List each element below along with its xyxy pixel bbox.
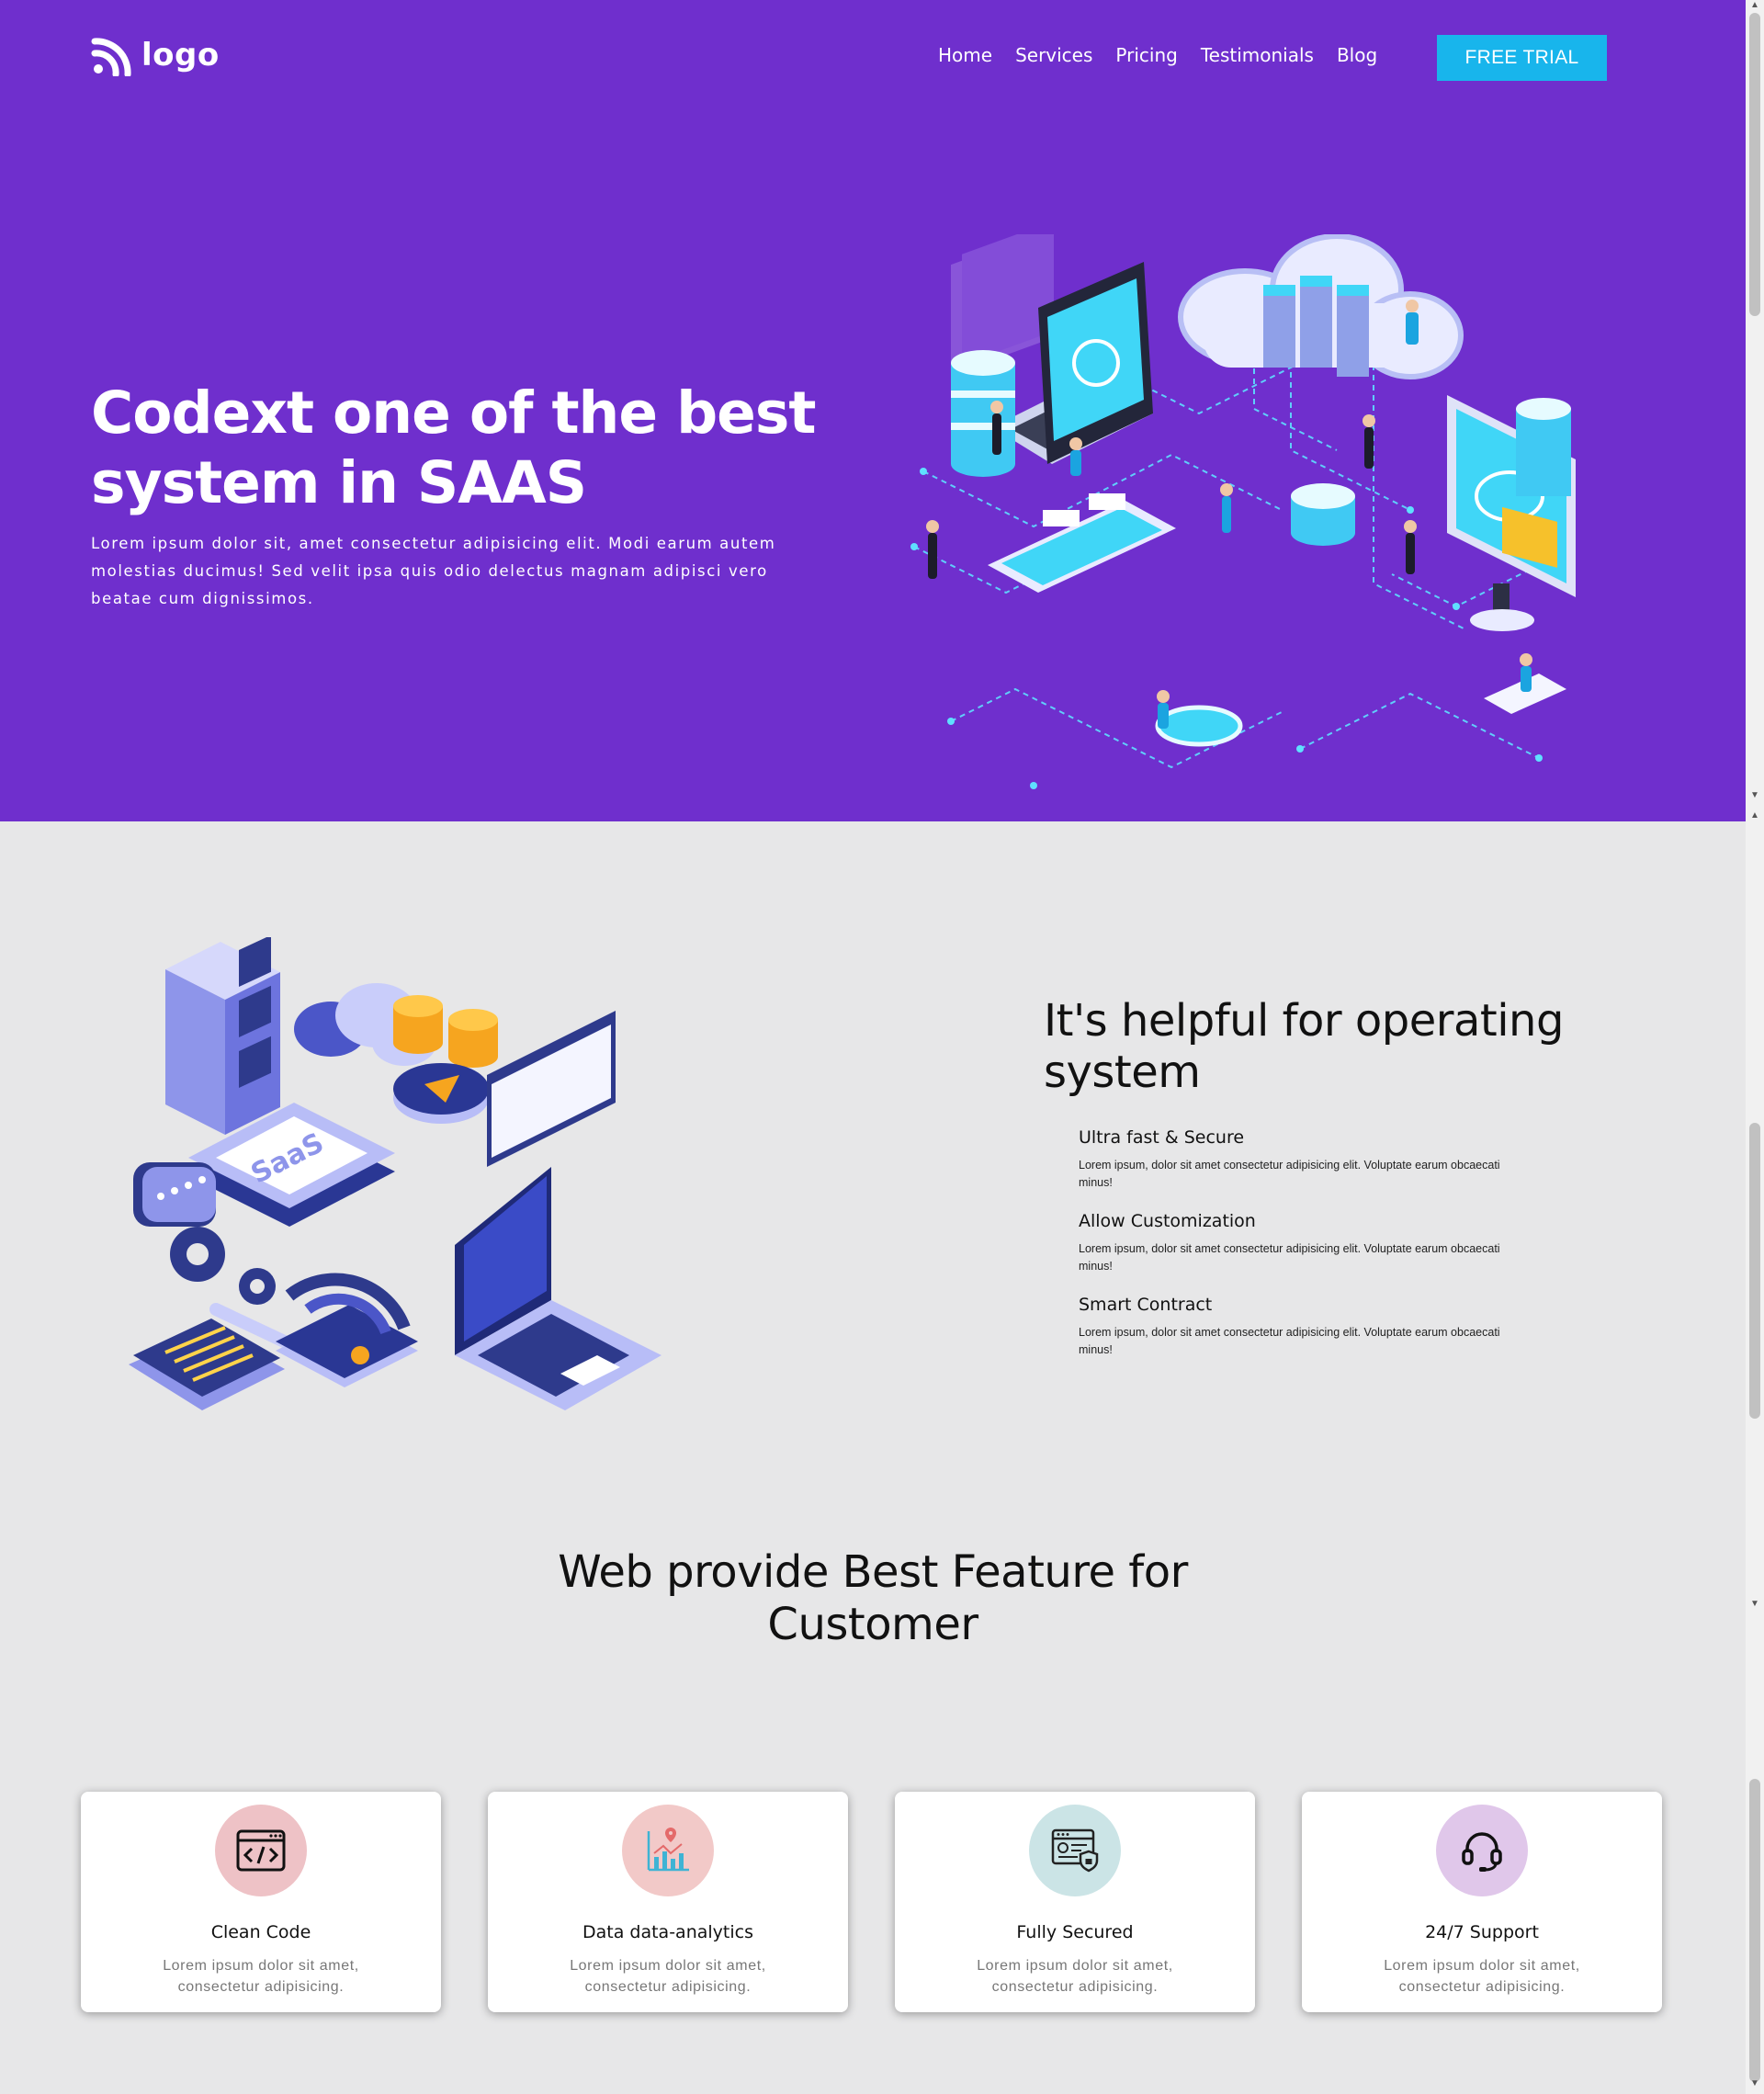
nav-testimonials[interactable]: Testimonials xyxy=(1201,44,1314,66)
feature-title: Allow Customization xyxy=(1079,1211,1256,1231)
scrollbar-thumb[interactable] xyxy=(1749,1779,1760,2082)
nav-home[interactable]: Home xyxy=(938,44,992,66)
saas-isometric-illustration: SaaS xyxy=(129,937,662,1410)
scroll-up-arrow-icon[interactable]: ▲ xyxy=(1749,0,1760,11)
feature-text: Lorem ipsum, dolor sit amet consectetur … xyxy=(1079,1326,1500,1356)
nav-blog[interactable]: Blog xyxy=(1337,44,1377,66)
card-title: Clean Code xyxy=(210,1922,311,1942)
card-title: Data data-analytics xyxy=(582,1922,753,1942)
feature-text: Lorem ipsum, dolor sit amet consectetur … xyxy=(1079,1242,1500,1273)
feature-card-support[interactable]: 24/7 Support Lorem ipsum dolor sit amet,… xyxy=(1302,1792,1662,2012)
scroll-up-arrow-icon[interactable]: ▲ xyxy=(1749,810,1760,821)
card-description: Lorem ipsum dolor sit amet, consectetur … xyxy=(1384,1958,1580,1995)
card-description: Lorem ipsum dolor sit amet, consectetur … xyxy=(570,1958,766,1995)
feature-item: Allow Customization Lorem ipsum, dolor s… xyxy=(1079,1211,1520,1275)
code-window-icon xyxy=(215,1805,307,1896)
feature-card-data-analytics[interactable]: Data data-analytics Lorem ipsum dolor si… xyxy=(488,1792,848,2012)
feature-item: Smart Contract Lorem ipsum, dolor sit am… xyxy=(1079,1295,1520,1359)
feature-text: Lorem ipsum, dolor sit amet consectetur … xyxy=(1079,1159,1500,1189)
logo[interactable]: logo xyxy=(91,34,220,76)
nav-pricing[interactable]: Pricing xyxy=(1115,44,1177,66)
card-title: Fully Secured xyxy=(1016,1922,1134,1942)
logo-icon xyxy=(91,38,131,76)
analytics-chart-icon xyxy=(622,1805,714,1896)
cloud-network-illustration xyxy=(910,234,1576,789)
features-title: Web provide Best Feature for Customer xyxy=(558,1546,1188,1650)
page-scrollbar[interactable]: ▲ ▼ ▲ ▼ ▼ xyxy=(1746,0,1764,2094)
scroll-down-arrow-icon[interactable]: ▼ xyxy=(1749,1599,1760,1610)
nav-services[interactable]: Services xyxy=(1015,44,1092,66)
scroll-down-arrow-icon[interactable]: ▼ xyxy=(1749,2078,1760,2089)
hero-description: Lorem ipsum dolor sit, amet consectetur … xyxy=(91,535,776,607)
free-trial-button[interactable]: FREE TRIAL xyxy=(1437,35,1607,81)
operating-title: It's helpful for operating system xyxy=(1044,995,1564,1098)
main-nav: Home Services Pricing Testimonials Blog xyxy=(938,44,1400,66)
scrollbar-thumb[interactable] xyxy=(1749,13,1760,316)
secure-document-icon xyxy=(1029,1805,1121,1896)
feature-card-fully-secured[interactable]: Fully Secured Lorem ipsum dolor sit amet… xyxy=(895,1792,1255,2012)
logo-text: logo xyxy=(141,37,220,74)
feature-title: Smart Contract xyxy=(1079,1295,1213,1315)
feature-card-clean-code[interactable]: Clean Code Lorem ipsum dolor sit amet, c… xyxy=(81,1792,441,2012)
feature-title: Ultra fast & Secure xyxy=(1079,1127,1245,1148)
hero-section: logo Home Services Pricing Testimonials … xyxy=(0,0,1746,821)
hero-title: Codext one of the best system in SAAS xyxy=(91,379,817,516)
feature-item: Ultra fast & Secure Lorem ipsum, dolor s… xyxy=(1079,1127,1520,1192)
card-title: 24/7 Support xyxy=(1425,1922,1539,1942)
card-description: Lorem ipsum dolor sit amet, consectetur … xyxy=(977,1958,1173,1995)
headset-icon xyxy=(1436,1805,1528,1896)
card-description: Lorem ipsum dolor sit amet, consectetur … xyxy=(163,1958,359,1995)
scrollbar-thumb[interactable] xyxy=(1749,1123,1760,1419)
scroll-down-arrow-icon[interactable]: ▼ xyxy=(1749,790,1760,801)
